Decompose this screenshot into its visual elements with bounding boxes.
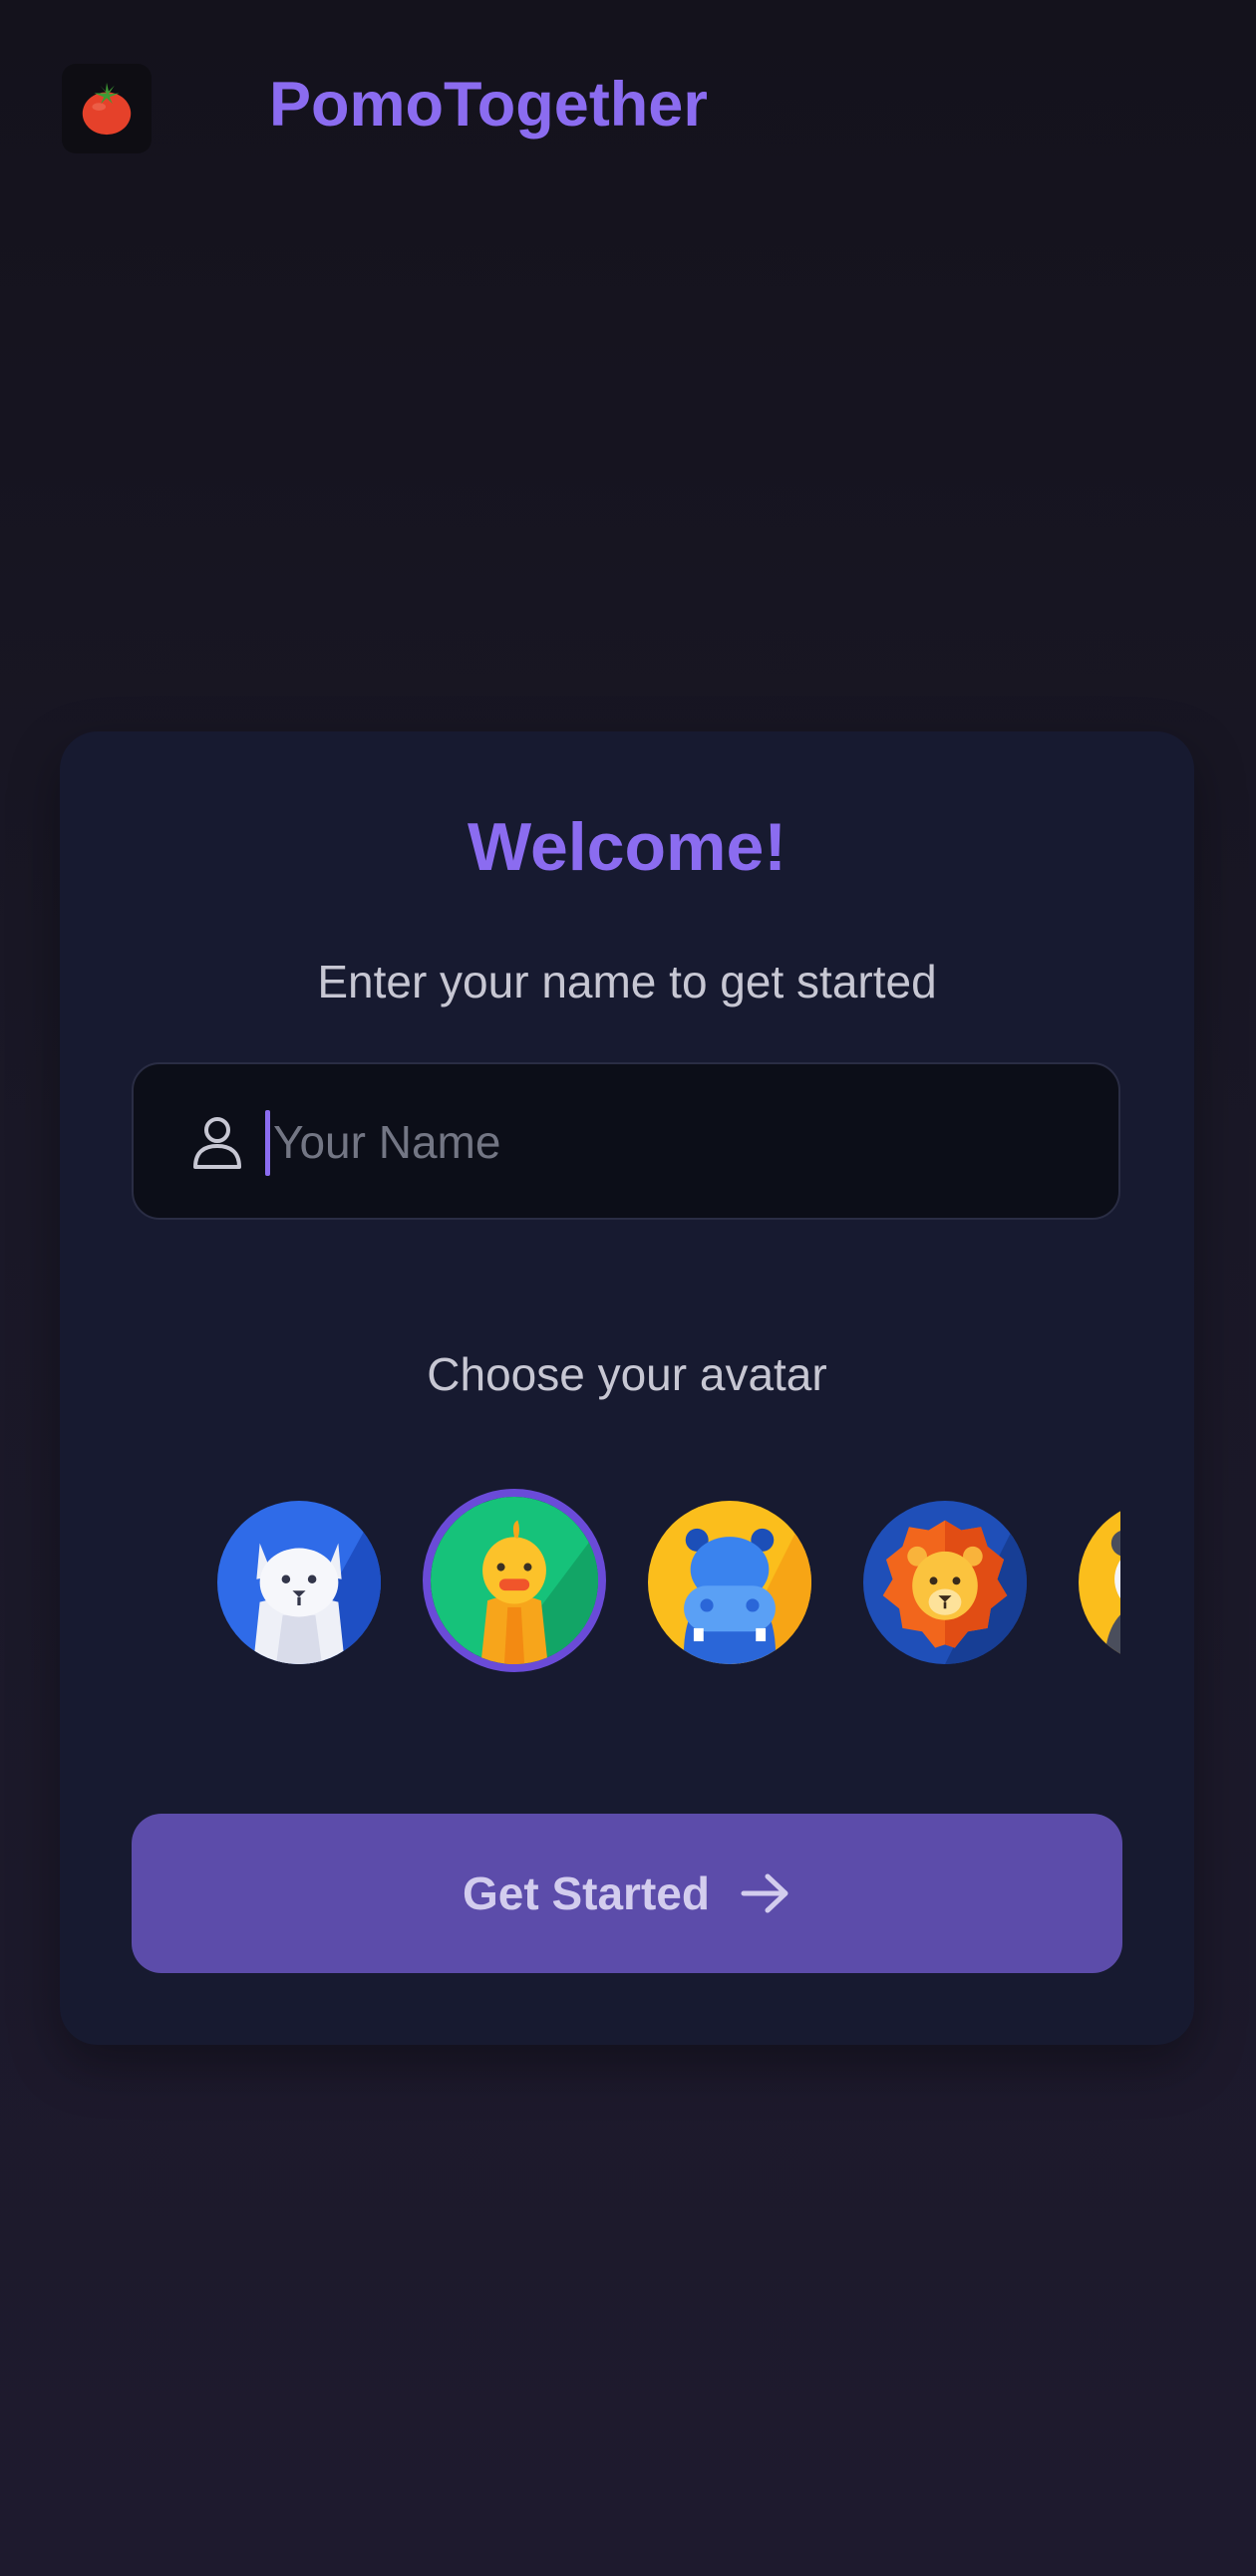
welcome-card: Welcome! Enter your name to get started … xyxy=(60,731,1194,2045)
cat-icon xyxy=(217,1501,381,1664)
avatar-label: Choose your avatar xyxy=(427,1348,827,1400)
duck-avatar[interactable] xyxy=(423,1489,606,1672)
hippo-avatar[interactable] xyxy=(648,1501,811,1664)
tomato-icon xyxy=(82,82,132,136)
panda-avatar[interactable] xyxy=(1079,1501,1120,1664)
user-icon xyxy=(193,1117,241,1169)
avatar-picker[interactable] xyxy=(156,1489,1120,1680)
lion-icon xyxy=(863,1501,1027,1664)
welcome-title: Welcome! xyxy=(468,809,786,885)
lion-avatar[interactable] xyxy=(863,1501,1027,1664)
cat-avatar[interactable] xyxy=(217,1501,381,1664)
app-logo xyxy=(62,64,152,153)
get-started-label: Get Started xyxy=(463,1867,710,1919)
text-caret xyxy=(265,1110,270,1176)
welcome-subtitle: Enter your name to get started xyxy=(317,956,937,1007)
panda-icon xyxy=(1079,1501,1120,1664)
get-started-button[interactable]: Get Started xyxy=(132,1814,1122,1973)
name-field[interactable] xyxy=(132,1062,1120,1220)
duck-icon xyxy=(431,1497,598,1664)
app-header: PomoTogether xyxy=(62,64,708,153)
hippo-icon xyxy=(648,1501,811,1664)
name-input[interactable] xyxy=(271,1094,1091,1190)
arrow-right-icon xyxy=(741,1873,788,1913)
app-title: PomoTogether xyxy=(269,70,708,140)
